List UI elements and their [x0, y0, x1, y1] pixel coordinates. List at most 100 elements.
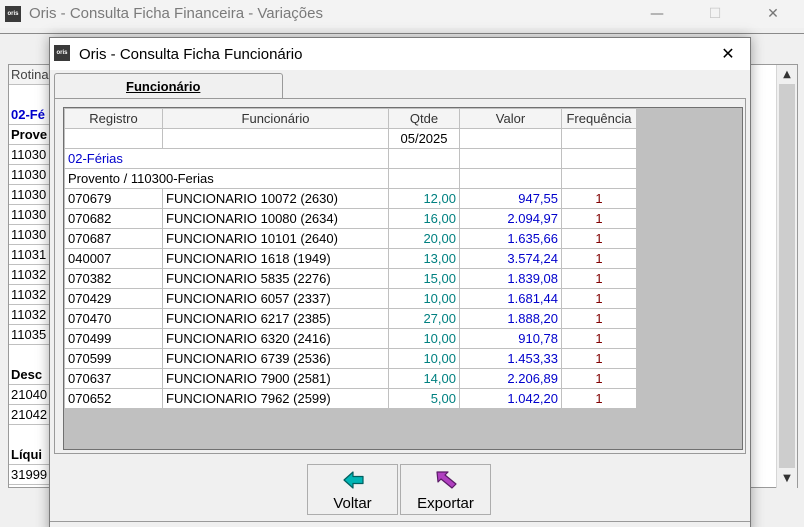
- registro-cell[interactable]: 070679: [64, 188, 163, 209]
- frequencia-cell[interactable]: 1: [561, 188, 637, 209]
- frequencia-cell[interactable]: 1: [561, 248, 637, 269]
- group-row: 02-Férias: [64, 148, 637, 169]
- qtde-cell[interactable]: 15,00: [388, 268, 460, 289]
- table-row[interactable]: 070382 FUNCIONARIO 5835 (2276) 15,00 1.839,…: [64, 268, 637, 289]
- exportar-button[interactable]: Exportar: [400, 464, 491, 515]
- valor-cell[interactable]: 947,55: [459, 188, 562, 209]
- group-label[interactable]: 02-Férias: [64, 148, 389, 169]
- table-row[interactable]: 070637 FUNCIONARIO 7900 (2581) 14,00 2.206,…: [64, 368, 637, 389]
- empty-cell: [64, 128, 163, 149]
- empty-cell: [459, 148, 562, 169]
- frequencia-cell[interactable]: 1: [561, 228, 637, 249]
- registro-cell[interactable]: 070637: [64, 368, 163, 389]
- dialog-title: Oris - Consulta Ficha Funcionário: [79, 46, 303, 63]
- qtde-cell[interactable]: 12,00: [388, 188, 460, 209]
- registro-cell[interactable]: 040007: [64, 248, 163, 269]
- column-header-funcionario[interactable]: Funcionário: [162, 108, 389, 129]
- valor-cell[interactable]: 910,78: [459, 328, 562, 349]
- valor-cell[interactable]: 1.453,33: [459, 348, 562, 369]
- scrollbar-thumb[interactable]: [779, 84, 795, 468]
- funcionario-cell[interactable]: FUNCIONARIO 5835 (2276): [162, 268, 389, 289]
- qtde-cell[interactable]: 27,00: [388, 308, 460, 329]
- table-row[interactable]: 070599 FUNCIONARIO 6739 (2536) 10,00 1.453,…: [64, 348, 637, 369]
- table-row[interactable]: 070652 FUNCIONARIO 7962 (2599) 5,00 1.042,2…: [64, 388, 637, 409]
- vertical-scrollbar[interactable]: ▲ ▼: [776, 65, 797, 488]
- tab-panel: Registro Funcionário Qtde Valor Frequênc…: [54, 98, 746, 454]
- funcionario-cell[interactable]: FUNCIONARIO 10072 (2630): [162, 188, 389, 209]
- empty-cell: [459, 168, 562, 189]
- column-header-registro[interactable]: Registro: [64, 108, 163, 129]
- table-row[interactable]: 070687 FUNCIONARIO 10101 (2640) 20,00 1.635…: [64, 228, 637, 249]
- registro-cell[interactable]: 070429: [64, 288, 163, 309]
- frequencia-cell[interactable]: 1: [561, 328, 637, 349]
- valor-cell[interactable]: 1.888,20: [459, 308, 562, 329]
- qtde-cell[interactable]: 14,00: [388, 368, 460, 389]
- column-header-qtde[interactable]: Qtde: [388, 108, 460, 129]
- valor-cell[interactable]: 1.042,20: [459, 388, 562, 409]
- funcionario-cell[interactable]: FUNCIONARIO 6739 (2536): [162, 348, 389, 369]
- background-titlebar: oris Oris - Consulta Ficha Financeira - …: [0, 0, 804, 28]
- consulta-ficha-funcionario-dialog: oris Oris - Consulta Ficha Funcionário ✕…: [49, 37, 751, 527]
- funcionario-grid: Registro Funcionário Qtde Valor Frequênc…: [64, 108, 637, 409]
- registro-cell[interactable]: 070382: [64, 268, 163, 289]
- qtde-cell[interactable]: 10,00: [388, 328, 460, 349]
- registro-cell[interactable]: 070499: [64, 328, 163, 349]
- empty-cell: [388, 168, 460, 189]
- funcionario-cell[interactable]: FUNCIONARIO 6320 (2416): [162, 328, 389, 349]
- registro-cell[interactable]: 070470: [64, 308, 163, 329]
- close-window-icon[interactable]: ✕: [750, 0, 796, 28]
- close-icon[interactable]: ✕: [706, 38, 750, 70]
- column-header-valor[interactable]: Valor: [459, 108, 562, 129]
- frequencia-cell[interactable]: 1: [561, 308, 637, 329]
- qtde-cell[interactable]: 10,00: [388, 288, 460, 309]
- qtde-cell[interactable]: 16,00: [388, 208, 460, 229]
- qtde-cell[interactable]: 5,00: [388, 388, 460, 409]
- registro-cell[interactable]: 070599: [64, 348, 163, 369]
- registro-cell[interactable]: 070652: [64, 388, 163, 409]
- arrow-export-icon: [436, 471, 457, 489]
- valor-cell[interactable]: 3.574,24: [459, 248, 562, 269]
- frequencia-cell[interactable]: 1: [561, 208, 637, 229]
- valor-cell[interactable]: 1.635,66: [459, 228, 562, 249]
- funcionario-cell[interactable]: FUNCIONARIO 10101 (2640): [162, 228, 389, 249]
- table-row[interactable]: 070682 FUNCIONARIO 10080 (2634) 16,00 2.094…: [64, 208, 637, 229]
- qtde-cell[interactable]: 20,00: [388, 228, 460, 249]
- table-row[interactable]: 070470 FUNCIONARIO 6217 (2385) 27,00 1.888,…: [64, 308, 637, 329]
- qtde-cell[interactable]: 13,00: [388, 248, 460, 269]
- valor-cell[interactable]: 1.839,08: [459, 268, 562, 289]
- frequencia-cell[interactable]: 1: [561, 348, 637, 369]
- funcionario-cell[interactable]: FUNCIONARIO 10080 (2634): [162, 208, 389, 229]
- table-row[interactable]: 070679 FUNCIONARIO 10072 (2630) 12,00 947,5…: [64, 188, 637, 209]
- tab-funcionario[interactable]: Funcionário: [54, 73, 283, 99]
- funcionario-cell[interactable]: FUNCIONARIO 6057 (2337): [162, 288, 389, 309]
- valor-cell[interactable]: 2.094,97: [459, 208, 562, 229]
- empty-cell: [459, 128, 562, 149]
- table-row[interactable]: 070429 FUNCIONARIO 6057 (2337) 10,00 1.681,…: [64, 288, 637, 309]
- subgroup-row: Provento / 110300-Ferias: [64, 168, 637, 189]
- frequencia-cell[interactable]: 1: [561, 288, 637, 309]
- table-row[interactable]: 040007 FUNCIONARIO 1618 (1949) 13,00 3.574,…: [64, 248, 637, 269]
- voltar-button[interactable]: Voltar: [307, 464, 398, 515]
- frequencia-cell[interactable]: 1: [561, 388, 637, 409]
- funcionario-cell[interactable]: FUNCIONARIO 6217 (2385): [162, 308, 389, 329]
- funcionario-cell[interactable]: FUNCIONARIO 1618 (1949): [162, 248, 389, 269]
- column-header-frequencia[interactable]: Frequência: [561, 108, 637, 129]
- minimize-icon[interactable]: —: [634, 0, 680, 28]
- empty-cell: [162, 128, 389, 149]
- scroll-down-icon[interactable]: ▼: [777, 470, 797, 487]
- empty-cell: [561, 148, 637, 169]
- registro-cell[interactable]: 070687: [64, 228, 163, 249]
- table-row[interactable]: 070499 FUNCIONARIO 6320 (2416) 10,00 910,78…: [64, 328, 637, 349]
- valor-cell[interactable]: 2.206,89: [459, 368, 562, 389]
- qtde-cell[interactable]: 10,00: [388, 348, 460, 369]
- scroll-up-icon[interactable]: ▲: [777, 66, 797, 83]
- valor-cell[interactable]: 1.681,44: [459, 288, 562, 309]
- subgroup-label[interactable]: Provento / 110300-Ferias: [64, 168, 389, 189]
- maximize-icon[interactable]: ☐: [692, 0, 738, 28]
- period-row: 05/2025: [64, 128, 637, 149]
- funcionario-cell[interactable]: FUNCIONARIO 7962 (2599): [162, 388, 389, 409]
- frequencia-cell[interactable]: 1: [561, 268, 637, 289]
- funcionario-cell[interactable]: FUNCIONARIO 7900 (2581): [162, 368, 389, 389]
- frequencia-cell[interactable]: 1: [561, 368, 637, 389]
- registro-cell[interactable]: 070682: [64, 208, 163, 229]
